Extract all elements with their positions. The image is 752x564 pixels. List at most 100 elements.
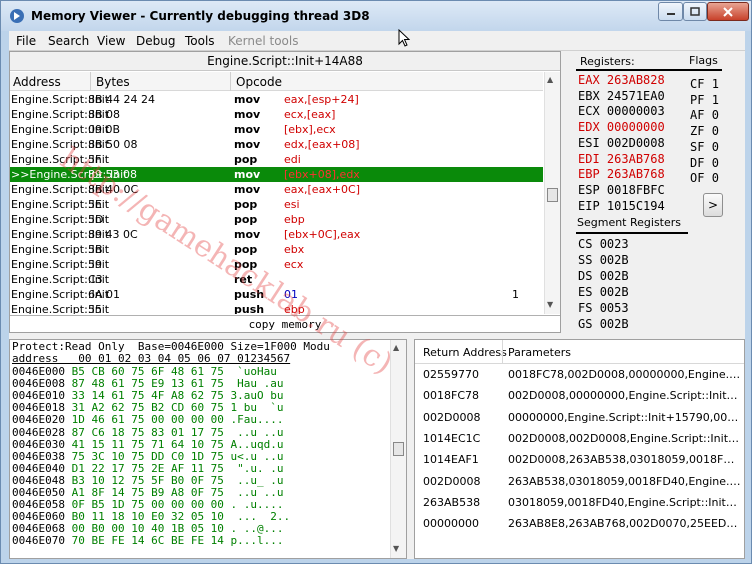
stack-row[interactable]: 1014EAF1 002D0008,263AB538,03018059,0018F… [415,451,744,468]
register-name: ECX [578,104,600,119]
stack-trace-view[interactable]: Return Address Parameters 02559770 0018FC… [414,339,745,559]
register-eax[interactable]: EAX 263AB828 [578,73,665,87]
flag-of[interactable]: OF 0 [690,171,719,185]
instruction-opcode: pop [234,198,258,211]
instruction-row[interactable]: Engine.Script::Init 09 0B mov [ebx],ecx [10,122,543,137]
instruction-row[interactable]: Engine.Script::Init 6A 01 push 01 1 [10,287,543,302]
scroll-thumb[interactable] [547,188,558,202]
register-ebp[interactable]: EBP 263AB768 [578,167,665,181]
stack-row[interactable]: 00000000 263AB8E8,263AB768,002D0070,25EED… [415,515,744,532]
register-value: 002B [599,285,629,299]
instruction-row[interactable]: Engine.Script::Init 8B 40 0C mov eax,[eax+0… [10,182,543,197]
instruction-row[interactable]: Engine.Script::Init 8B 44 24 24 mov eax,[es… [10,92,543,107]
register-ecx[interactable]: ECX 00000003 [578,104,665,118]
current-instruction-row[interactable]: >>Engine.Script::Init 89 53 08 mov [ebx+08]… [10,167,543,182]
menu-search[interactable]: Search [48,34,89,48]
column-opcode[interactable]: Opcode [236,75,282,89]
column-address[interactable]: Address [13,75,61,89]
register-ebx[interactable]: EBX 24571EA0 [578,89,665,103]
menu-kernel-tools[interactable]: Kernel tools [228,34,299,48]
instruction-operands: edi [284,153,301,166]
column-divider[interactable] [230,72,231,91]
close-icon [723,6,733,17]
stack-parameters: 002D0008,002D0008,Engine.Script::Init+13… [508,431,742,445]
instruction-operands: ebx [284,243,305,256]
title-bar[interactable]: Memory Viewer - Currently debugging thre… [1,1,751,31]
instruction-row[interactable]: Engine.Script::Init 55 push ebp [10,302,543,314]
hex-view[interactable]: Protect:Read Only Base=0046E000 Size=1F0… [9,339,407,559]
hex-row-address: 0046E008 [12,377,65,391]
stack-row[interactable]: 002D0008 263AB538,03018059,0018FD40,Engin… [415,473,744,490]
expand-registers-button[interactable]: > [703,193,723,217]
hex-row[interactable]: 0046E070 70 BE FE 14 6C BE FE 14 p...l..… [12,535,284,547]
scroll-down-icon[interactable]: ▼ [393,544,399,553]
instruction-opcode: pop [234,213,258,226]
hex-scrollbar[interactable]: ▲ ▼ [390,340,406,558]
copy-memory-bar[interactable]: copy memory [10,315,560,332]
disassembler-scrollbar[interactable]: ▲ ▼ [544,72,560,314]
stack-row[interactable]: 002D0008 00000000,Engine.Script::Init+157… [415,409,744,426]
flag-zf[interactable]: ZF 0 [690,124,719,138]
column-return-address[interactable]: Return Address [423,346,507,359]
instruction-row[interactable]: Engine.Script::Init 5E pop esi [10,197,543,212]
scroll-down-icon[interactable]: ▼ [547,300,553,309]
flag-sf[interactable]: SF 0 [690,140,719,154]
segment-register-ss[interactable]: SS 002B [578,253,629,267]
register-esp[interactable]: ESP 0018FBFC [578,183,665,197]
instruction-bytes: 5F [88,153,102,166]
instruction-bytes: 5E [88,198,102,211]
menu-file[interactable]: File [16,34,36,48]
instruction-bytes: 6A 01 [88,288,121,301]
scroll-up-icon[interactable]: ▲ [393,343,399,352]
segment-register-es[interactable]: ES 002B [578,285,629,299]
column-divider[interactable] [502,340,503,364]
instruction-row[interactable]: Engine.Script::Init C3 ret [10,272,543,287]
column-parameters[interactable]: Parameters [508,346,571,359]
instruction-bytes: 8B 50 08 [88,138,138,151]
segment-register-cs[interactable]: CS 0023 [578,237,629,251]
disassembler-address-header[interactable]: Engine.Script::Init+14A88 [10,52,560,71]
stack-row[interactable]: 0018FC78 002D0008,00000000,Engine.Script:… [415,387,744,404]
register-eip[interactable]: EIP 1015C194 [578,199,665,213]
stack-row[interactable]: 1014EC1C 002D0008,002D0008,Engine.Script:… [415,430,744,447]
instruction-row[interactable]: Engine.Script::Init 59 pop ecx [10,257,543,272]
scroll-thumb[interactable] [393,442,404,456]
register-edi[interactable]: EDI 263AB768 [578,152,665,166]
registers-title: Registers: [580,55,635,68]
segment-register-fs[interactable]: FS 0053 [578,301,629,315]
flag-cf[interactable]: CF 1 [690,77,719,91]
stack-row[interactable]: 02559770 0018FC78,002D0008,00000000,Engin… [415,366,744,383]
flag-df[interactable]: DF 0 [690,156,719,170]
instruction-row[interactable]: Engine.Script::Init 89 43 0C mov [ebx+0C],e… [10,227,543,242]
flag-af[interactable]: AF 0 [690,108,719,122]
flag-name: SF [690,139,705,154]
column-bytes[interactable]: Bytes [96,75,130,89]
segment-register-ds[interactable]: DS 002B [578,269,629,283]
instruction-row[interactable]: Engine.Script::Init 8B 08 mov ecx,[eax] [10,107,543,122]
register-esi[interactable]: ESI 002D0008 [578,136,665,150]
menu-view[interactable]: View [97,34,125,48]
hex-row-address: 0046E000 [12,365,65,378]
register-edx[interactable]: EDX 00000000 [578,120,665,134]
instruction-row[interactable]: Engine.Script::Init 5D pop ebp [10,212,543,227]
register-value: 24571EA0 [606,88,665,103]
column-divider[interactable] [90,72,91,91]
instruction-row[interactable]: Engine.Script::Init 8B 50 08 mov edx,[eax+0… [10,137,543,152]
menu-tools[interactable]: Tools [185,34,215,48]
menu-debug[interactable]: Debug [136,34,175,48]
flag-pf[interactable]: PF 1 [690,93,719,107]
minimize-button[interactable] [658,2,683,21]
stack-parameters: 002D0008,00000000,Engine.Script::Init+15… [508,389,742,403]
maximize-icon [690,7,700,16]
disassembler-view[interactable]: Engine.Script::Init+14A88 Address Bytes … [9,51,561,333]
stack-row[interactable]: 263AB538 03018059,0018FD40,Engine.Script:… [415,494,744,511]
hex-row-address: 0046E038 [12,449,65,463]
instruction-row[interactable]: Engine.Script::Init 5B pop ebx [10,242,543,257]
instruction-row[interactable]: Engine.Script::Init 5F pop edi [10,152,543,167]
close-button[interactable] [707,2,749,21]
maximize-button[interactable] [683,2,707,21]
scroll-up-icon[interactable]: ▲ [547,75,553,84]
instruction-opcode: pop [234,153,258,166]
segment-register-gs[interactable]: GS 002B [578,317,629,331]
stack-return-address: 263AB538 [423,495,481,509]
